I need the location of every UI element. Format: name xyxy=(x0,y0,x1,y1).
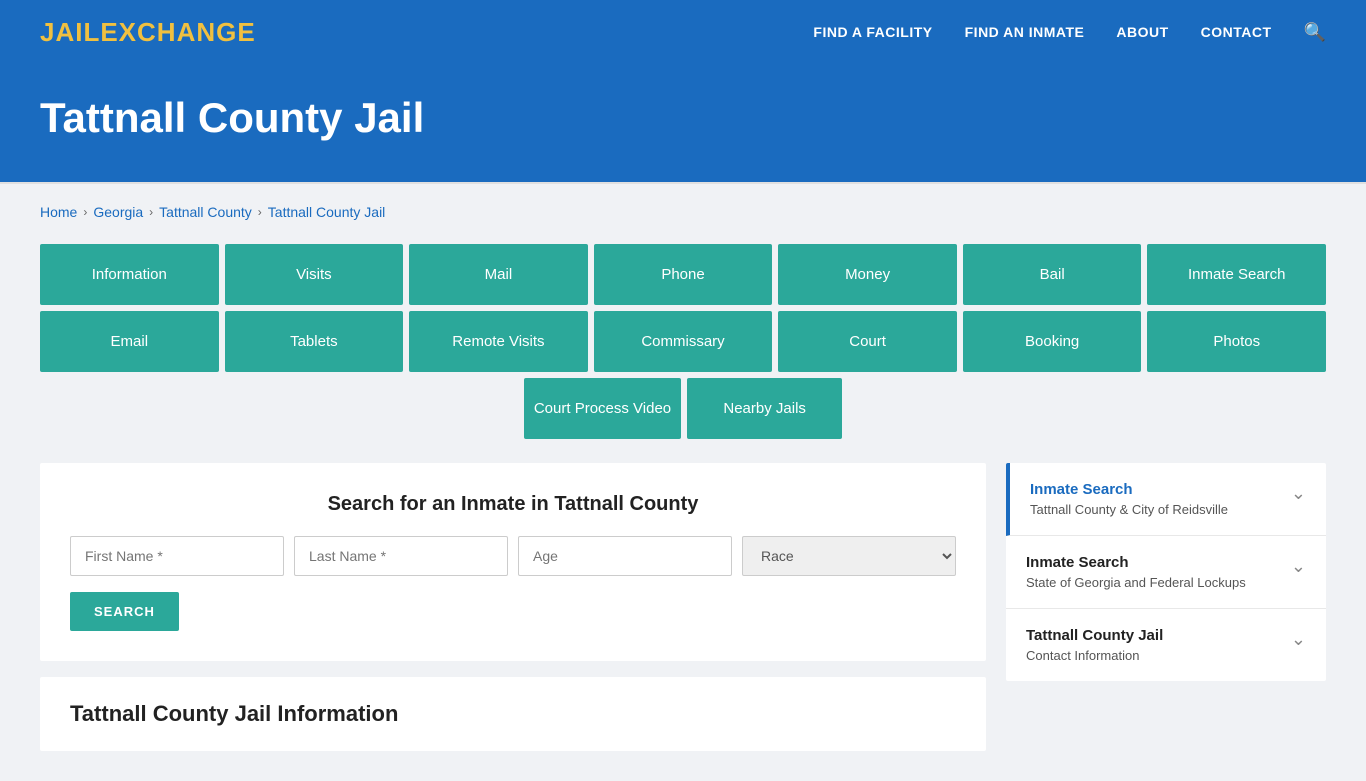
nav-find-inmate[interactable]: FIND AN INMATE xyxy=(965,24,1085,40)
breadcrumb-tattnall-county[interactable]: Tattnall County xyxy=(159,204,252,220)
hero-section: Tattnall County Jail xyxy=(0,64,1366,182)
logo-exchange: EXCHANGE xyxy=(100,17,255,47)
sidebar-item-contact-title: Tattnall County Jail xyxy=(1026,627,1163,644)
search-title: Search for an Inmate in Tattnall County xyxy=(70,493,956,516)
sidebar-item-tattnall-title: Inmate Search xyxy=(1030,481,1228,498)
inmate-search-box: Search for an Inmate in Tattnall County … xyxy=(40,463,986,661)
btn-phone[interactable]: Phone xyxy=(594,244,773,305)
btn-mail[interactable]: Mail xyxy=(409,244,588,305)
jail-info-section: Tattnall County Jail Information xyxy=(40,677,986,751)
main-layout: Search for an Inmate in Tattnall County … xyxy=(40,463,1326,751)
btn-court-process-video[interactable]: Court Process Video xyxy=(524,378,681,439)
btn-information[interactable]: Information xyxy=(40,244,219,305)
breadcrumb-home[interactable]: Home xyxy=(40,204,77,220)
buttons-row-3: Court Process Video Nearby Jails xyxy=(40,378,1326,439)
btn-remote-visits[interactable]: Remote Visits xyxy=(409,311,588,372)
sidebar-item-georgia-subtitle: State of Georgia and Federal Lockups xyxy=(1026,575,1246,590)
page-title: Tattnall County Jail xyxy=(40,94,1326,142)
btn-money[interactable]: Money xyxy=(778,244,957,305)
btn-court[interactable]: Court xyxy=(778,311,957,372)
chevron-down-icon-3: ⌄ xyxy=(1291,629,1306,650)
breadcrumb-sep-1: › xyxy=(83,205,87,219)
btn-nearby-jails[interactable]: Nearby Jails xyxy=(687,378,842,439)
nav-about[interactable]: ABOUT xyxy=(1116,24,1168,40)
btn-inmate-search[interactable]: Inmate Search xyxy=(1147,244,1326,305)
btn-commissary[interactable]: Commissary xyxy=(594,311,773,372)
sidebar-item-georgia-search[interactable]: Inmate Search State of Georgia and Feder… xyxy=(1006,536,1326,609)
btn-photos[interactable]: Photos xyxy=(1147,311,1326,372)
breadcrumb-sep-2: › xyxy=(149,205,153,219)
first-name-input[interactable] xyxy=(70,536,284,576)
sidebar-item-georgia-title: Inmate Search xyxy=(1026,554,1246,571)
nav-contact[interactable]: CONTACT xyxy=(1201,24,1272,40)
header: JAILEXCHANGE FIND A FACILITY FIND AN INM… xyxy=(0,0,1366,64)
breadcrumb: Home › Georgia › Tattnall County › Tattn… xyxy=(40,204,1326,220)
breadcrumb-current: Tattnall County Jail xyxy=(268,204,386,220)
btn-email[interactable]: Email xyxy=(40,311,219,372)
breadcrumb-georgia[interactable]: Georgia xyxy=(93,204,143,220)
search-fields: Race White Black Hispanic Asian Other xyxy=(70,536,956,576)
jail-info-title: Tattnall County Jail Information xyxy=(70,701,956,727)
sidebar-card: Inmate Search Tattnall County & City of … xyxy=(1006,463,1326,681)
btn-bail[interactable]: Bail xyxy=(963,244,1142,305)
sidebar-item-contact-subtitle: Contact Information xyxy=(1026,648,1163,663)
sidebar: Inmate Search Tattnall County & City of … xyxy=(1006,463,1326,681)
logo[interactable]: JAILEXCHANGE xyxy=(40,17,256,48)
age-input[interactable] xyxy=(518,536,732,576)
main-nav: FIND A FACILITY FIND AN INMATE ABOUT CON… xyxy=(813,22,1326,43)
search-icon[interactable]: 🔍 xyxy=(1304,22,1326,43)
btn-booking[interactable]: Booking xyxy=(963,311,1142,372)
race-select[interactable]: Race White Black Hispanic Asian Other xyxy=(742,536,956,576)
logo-jail: JAIL xyxy=(40,17,100,47)
category-buttons: Information Visits Mail Phone Money Bail… xyxy=(40,244,1326,439)
sidebar-item-tattnall-search[interactable]: Inmate Search Tattnall County & City of … xyxy=(1006,463,1326,536)
buttons-row-1: Information Visits Mail Phone Money Bail… xyxy=(40,244,1326,305)
content-area: Home › Georgia › Tattnall County › Tattn… xyxy=(0,184,1366,781)
last-name-input[interactable] xyxy=(294,536,508,576)
sidebar-item-tattnall-subtitle: Tattnall County & City of Reidsville xyxy=(1030,502,1228,517)
btn-visits[interactable]: Visits xyxy=(225,244,404,305)
breadcrumb-sep-3: › xyxy=(258,205,262,219)
chevron-down-icon-2: ⌄ xyxy=(1291,556,1306,577)
btn-tablets[interactable]: Tablets xyxy=(225,311,404,372)
buttons-row-2: Email Tablets Remote Visits Commissary C… xyxy=(40,311,1326,372)
sidebar-item-contact-info[interactable]: Tattnall County Jail Contact Information… xyxy=(1006,609,1326,681)
nav-find-facility[interactable]: FIND A FACILITY xyxy=(813,24,932,40)
chevron-down-icon: ⌄ xyxy=(1291,483,1306,504)
search-button[interactable]: SEARCH xyxy=(70,592,179,631)
